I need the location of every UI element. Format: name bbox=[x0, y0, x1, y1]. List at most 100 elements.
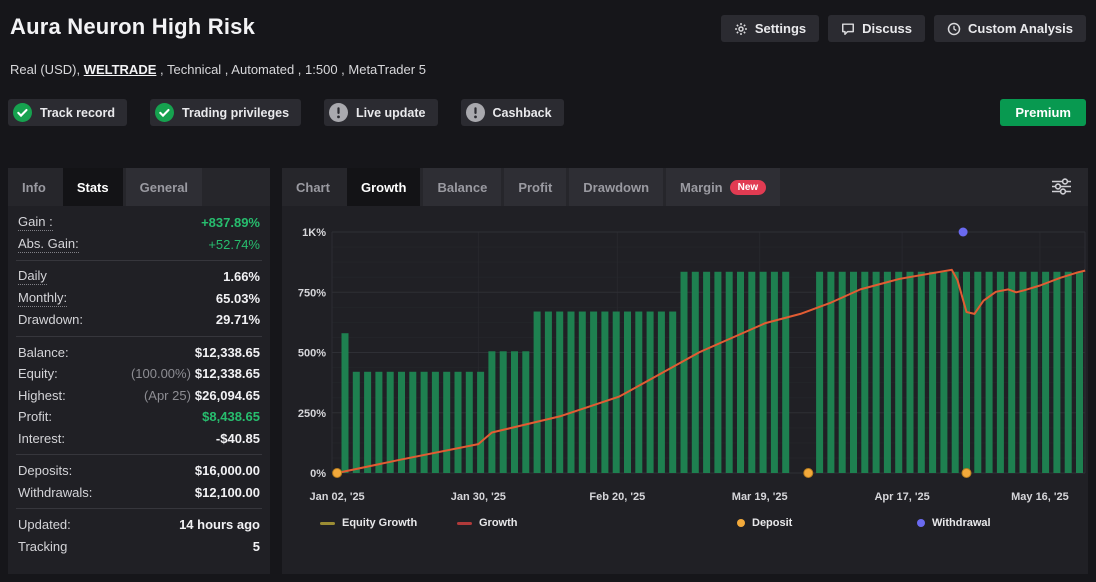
badge-trading-privileges[interactable]: Trading privileges bbox=[150, 99, 301, 126]
equity-growth-bar bbox=[500, 351, 507, 473]
equity-growth-bar bbox=[1020, 272, 1027, 473]
equity-growth-bar bbox=[432, 372, 439, 473]
y-axis-tick: 250% bbox=[298, 408, 326, 420]
tab-profit[interactable]: Profit bbox=[504, 168, 566, 206]
stat-row: Updated: 14 hours ago bbox=[8, 514, 270, 536]
equity-growth-bar bbox=[850, 272, 857, 473]
equity-growth-bar bbox=[1042, 272, 1049, 473]
group-separator bbox=[16, 260, 262, 261]
equity-growth-bar bbox=[986, 272, 993, 473]
tab-label: Info bbox=[22, 180, 46, 195]
badge-live-update[interactable]: Live update bbox=[324, 99, 437, 126]
stat-row: Monthly: 65.03% bbox=[8, 288, 270, 310]
deposit-marker bbox=[804, 469, 813, 478]
x-axis-tick: Feb 20, '25 bbox=[589, 491, 645, 503]
badge-label: Track record bbox=[40, 106, 115, 120]
equity-growth-bar bbox=[353, 372, 360, 473]
withdrawal-marker bbox=[959, 228, 968, 237]
equity-growth-bar bbox=[907, 272, 914, 473]
legend-item-deposit[interactable]: Deposit bbox=[737, 517, 792, 529]
stat-value: 14 hours ago bbox=[179, 517, 260, 532]
stat-value-text: 29.71% bbox=[216, 312, 260, 327]
stat-value: $8,438.65 bbox=[202, 409, 260, 424]
legend-item-equity-growth[interactable]: Equity Growth bbox=[320, 517, 417, 529]
discuss-button[interactable]: Discuss bbox=[828, 15, 925, 42]
button-label: Custom Analysis bbox=[968, 21, 1073, 36]
withdrawal-swatch bbox=[917, 519, 925, 527]
equity-growth-bar bbox=[940, 272, 947, 473]
equity-growth-bar bbox=[782, 272, 789, 473]
tab-label: Drawdown bbox=[583, 180, 649, 195]
stat-label: Withdrawals: bbox=[18, 485, 92, 500]
tab-growth[interactable]: Growth bbox=[347, 168, 421, 206]
equity-growth-bar bbox=[568, 312, 575, 473]
equity-growth-bar bbox=[726, 272, 733, 473]
equity-growth-swatch bbox=[320, 522, 335, 525]
equity-growth-bar bbox=[545, 312, 552, 473]
account-type-text: Real (USD), bbox=[10, 62, 84, 77]
tab-stats[interactable]: Stats bbox=[63, 168, 123, 206]
stat-label: Equity: bbox=[18, 366, 58, 381]
stats-panel-tabs: Info StatsGeneral bbox=[8, 168, 270, 206]
stat-label: Gain : bbox=[18, 214, 53, 231]
growth-swatch bbox=[457, 522, 472, 525]
stat-label: Abs. Gain: bbox=[18, 236, 79, 253]
tab-general[interactable]: General bbox=[126, 168, 202, 206]
y-axis-tick: 500% bbox=[298, 348, 326, 360]
equity-growth-bar bbox=[398, 372, 405, 473]
equity-growth-bar bbox=[477, 372, 484, 473]
stat-value-text: 1.66% bbox=[223, 269, 260, 284]
y-axis-tick: 0% bbox=[310, 468, 326, 480]
settings-button[interactable]: Settings bbox=[721, 15, 819, 42]
stat-row: Tracking5 bbox=[8, 536, 270, 558]
tab-drawdown[interactable]: Drawdown bbox=[569, 168, 663, 206]
equity-growth-bar bbox=[816, 272, 823, 473]
x-axis-tick: Jan 30, '25 bbox=[451, 491, 506, 503]
stat-value: (Apr 25)$26,094.65 bbox=[144, 388, 260, 403]
equity-growth-bar bbox=[839, 272, 846, 473]
custom-analysis-button[interactable]: Custom Analysis bbox=[934, 15, 1086, 42]
stat-value: 5 bbox=[253, 539, 260, 554]
sliders-icon[interactable] bbox=[1051, 178, 1072, 200]
badge-cashback[interactable]: Cashback bbox=[461, 99, 564, 126]
stat-value-text: $8,438.65 bbox=[202, 409, 260, 424]
stat-row: Drawdown: 29.71% bbox=[8, 309, 270, 331]
stat-label: Monthly: bbox=[18, 290, 67, 307]
legend-label: Deposit bbox=[752, 517, 792, 529]
exclamation-circle-icon bbox=[466, 103, 485, 122]
premium-button[interactable]: Premium bbox=[1000, 99, 1086, 126]
legend-item-withdrawal[interactable]: Withdrawal bbox=[917, 517, 991, 529]
tab-chart[interactable]: Chart bbox=[282, 168, 344, 206]
tab-info[interactable]: Info bbox=[8, 168, 60, 206]
badge-track-record[interactable]: Track record bbox=[8, 99, 127, 126]
verification-badge-row: Track record Trading privileges Live updat… bbox=[8, 99, 564, 126]
deposit-marker bbox=[333, 469, 342, 478]
stat-value-text: -$40.85 bbox=[216, 431, 260, 446]
growth-chart[interactable]: 0%250%500%750%1K%Jan 02, '25Jan 30, '25F… bbox=[282, 206, 1088, 574]
x-axis-tick: Mar 19, '25 bbox=[732, 491, 788, 503]
stat-label: Interest: bbox=[18, 431, 65, 446]
y-axis-tick: 1K% bbox=[302, 227, 326, 239]
equity-growth-bar bbox=[556, 312, 563, 473]
stat-label: Updated: bbox=[18, 517, 71, 532]
equity-growth-bar bbox=[929, 272, 936, 473]
stat-label: Balance: bbox=[18, 345, 69, 360]
equity-growth-bar bbox=[737, 272, 744, 473]
equity-growth-bar bbox=[387, 372, 394, 473]
stat-label: Drawdown: bbox=[18, 312, 83, 327]
gear-icon bbox=[734, 22, 748, 36]
stat-value-text: 65.03% bbox=[216, 291, 260, 306]
tab-balance[interactable]: Balance bbox=[423, 168, 501, 206]
equity-growth-bar bbox=[748, 272, 755, 473]
equity-growth-bar bbox=[714, 272, 721, 473]
equity-growth-bar bbox=[895, 272, 902, 473]
tab-margin[interactable]: MarginNew bbox=[666, 168, 780, 206]
equity-growth-bar bbox=[534, 312, 541, 473]
stat-value: 29.71% bbox=[216, 312, 260, 327]
equity-growth-bar bbox=[488, 351, 495, 473]
equity-growth-bar bbox=[1076, 272, 1083, 473]
legend-item-growth[interactable]: Growth bbox=[457, 517, 518, 529]
broker-link[interactable]: WELTRADE bbox=[84, 62, 157, 77]
equity-growth-bar bbox=[974, 272, 981, 473]
stat-value-text: 5 bbox=[253, 539, 260, 554]
